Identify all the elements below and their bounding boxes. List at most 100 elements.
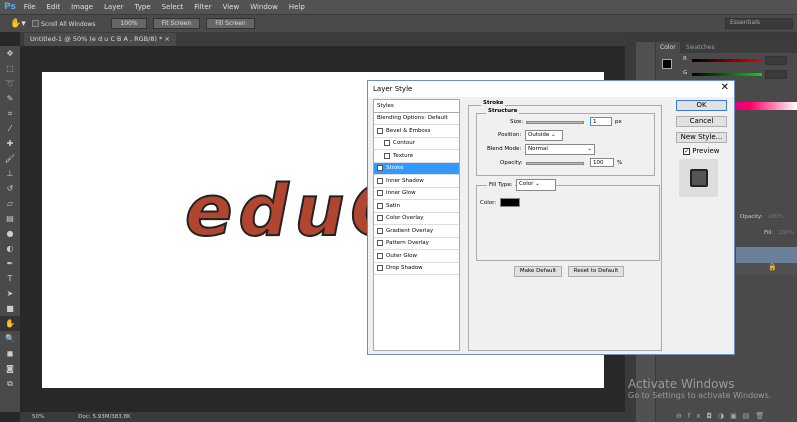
- hand-tool-icon[interactable]: ✋▾: [10, 19, 26, 29]
- status-bar: 50% Doc: 5.93M/383.8K: [20, 412, 630, 422]
- menu-layer[interactable]: Layer: [104, 3, 124, 11]
- menu-file[interactable]: File: [24, 3, 36, 11]
- zoom-100-button[interactable]: 100%: [111, 18, 147, 29]
- blend-mode-select[interactable]: Normal ⌄: [525, 144, 595, 155]
- document-tab[interactable]: Untitled-1 @ 50% (e d u C B A , RGB/8) *…: [24, 33, 176, 46]
- workspace-select[interactable]: Essentials: [725, 18, 793, 29]
- marquee-tool-icon[interactable]: ⬚: [0, 61, 20, 76]
- size-input[interactable]: 1: [590, 117, 612, 126]
- style-checkbox[interactable]: [377, 240, 383, 247]
- preview-checkbox[interactable]: ✓ Preview: [683, 147, 719, 155]
- move-tool-icon[interactable]: ✥: [0, 46, 20, 61]
- tab-color[interactable]: Color: [656, 42, 680, 53]
- pen-tool-icon[interactable]: ✒: [0, 256, 20, 271]
- style-checkbox[interactable]: [377, 190, 383, 197]
- tab-swatches[interactable]: Swatches: [682, 42, 719, 53]
- opacity-value[interactable]: 100%: [768, 214, 784, 220]
- quick-select-tool-icon[interactable]: ✎: [0, 91, 20, 106]
- menu-help[interactable]: Help: [289, 3, 305, 11]
- style-checkbox[interactable]: ✓: [377, 165, 383, 172]
- menu-image[interactable]: Image: [71, 3, 93, 11]
- menu-select[interactable]: Select: [162, 3, 184, 11]
- gradient-tool-icon[interactable]: ▤: [0, 211, 20, 226]
- r-value[interactable]: [765, 56, 787, 65]
- style-item-outer-glow[interactable]: Outer Glow: [374, 250, 459, 263]
- make-default-button[interactable]: Make Default: [514, 266, 562, 277]
- style-checkbox[interactable]: [384, 152, 390, 159]
- new-style-button[interactable]: New Style...: [676, 132, 727, 143]
- style-checkbox[interactable]: [377, 252, 383, 259]
- quick-mask-icon[interactable]: ◙: [0, 361, 20, 376]
- style-checkbox[interactable]: [377, 127, 383, 134]
- fit-screen-button[interactable]: Fit Screen: [152, 18, 201, 29]
- dodge-tool-icon[interactable]: ◐: [0, 241, 20, 256]
- structure-heading: Structure: [486, 108, 520, 114]
- r-slider[interactable]: [692, 59, 762, 62]
- hand-tool-icon[interactable]: ✋: [0, 316, 20, 331]
- menu-window[interactable]: Window: [250, 3, 278, 11]
- stroke-color-swatch[interactable]: [500, 198, 520, 207]
- layer-row-selected[interactable]: [736, 247, 797, 263]
- style-item-color-overlay[interactable]: Color Overlay: [374, 213, 459, 225]
- reset-to-default-button[interactable]: Reset to Default: [568, 266, 624, 277]
- style-item-bevel-emboss[interactable]: Bevel & Emboss: [374, 125, 459, 138]
- style-item-satin[interactable]: Satin: [374, 200, 459, 213]
- shape-tool-icon[interactable]: ■: [0, 301, 20, 316]
- type-tool-icon[interactable]: T: [0, 271, 20, 286]
- style-item-stroke[interactable]: ✓ Stroke: [374, 162, 459, 175]
- healing-tool-icon[interactable]: ✚: [0, 136, 20, 151]
- style-item-pattern-overlay[interactable]: Pattern Overlay: [374, 238, 459, 250]
- style-checkbox[interactable]: [377, 265, 383, 272]
- style-item-blending-options-default[interactable]: Blending Options: Default: [374, 113, 459, 125]
- foreground-background-colors[interactable]: ◼: [0, 346, 20, 361]
- fill-type-select[interactable]: Color ⌄: [516, 179, 556, 191]
- opacity-input[interactable]: 100: [590, 158, 614, 167]
- brush-tool-icon[interactable]: 🖌: [0, 151, 20, 166]
- style-checkbox[interactable]: [384, 140, 390, 147]
- close-icon[interactable]: ✕: [721, 82, 729, 93]
- style-item-inner-shadow[interactable]: Inner Shadow: [374, 175, 459, 188]
- menu-edit[interactable]: Edit: [47, 3, 61, 11]
- g-value[interactable]: [765, 70, 787, 79]
- style-item-drop-shadow[interactable]: Drop Shadow: [374, 263, 459, 275]
- blend-mode-label: Blend Mode:: [487, 146, 522, 152]
- style-item-texture[interactable]: Texture: [374, 150, 459, 163]
- size-slider[interactable]: [526, 121, 584, 124]
- layers-footer-icons[interactable]: ⊖fx◘◑▣▤🗑: [676, 412, 770, 420]
- style-checkbox[interactable]: [377, 177, 383, 184]
- blur-tool-icon[interactable]: ●: [0, 226, 20, 241]
- style-checkbox[interactable]: [377, 227, 383, 234]
- fill-value[interactable]: 100%: [778, 230, 794, 236]
- zoom-tool-icon[interactable]: 🔍: [0, 331, 20, 346]
- position-select[interactable]: Outside ⌄: [525, 130, 563, 141]
- style-item-label: Pattern Overlay: [386, 240, 429, 247]
- cancel-button[interactable]: Cancel: [676, 116, 727, 127]
- layer-row[interactable]: 🔒: [736, 263, 797, 275]
- style-item-inner-glow[interactable]: Inner Glow: [374, 188, 459, 200]
- styles-header[interactable]: Styles: [374, 100, 459, 113]
- scroll-all-windows-checkbox[interactable]: Scroll All Windows: [31, 20, 95, 28]
- menu-filter[interactable]: Filter: [194, 3, 211, 11]
- screen-mode-icon[interactable]: ⧉: [0, 376, 20, 391]
- crop-tool-icon[interactable]: ⌗: [0, 106, 20, 121]
- style-preview-thumbnail: [679, 159, 718, 197]
- g-slider[interactable]: [692, 73, 762, 76]
- path-select-tool-icon[interactable]: ➤: [0, 286, 20, 301]
- zoom-level[interactable]: 50%: [32, 414, 44, 420]
- fill-screen-button[interactable]: Fill Screen: [206, 18, 255, 29]
- style-item-contour[interactable]: Contour: [374, 138, 459, 150]
- ok-button[interactable]: OK: [676, 100, 727, 111]
- history-brush-icon[interactable]: ↺: [0, 181, 20, 196]
- style-item-gradient-overlay[interactable]: Gradient Overlay: [374, 225, 459, 238]
- close-tab-icon[interactable]: ×: [164, 35, 169, 43]
- foreground-color-swatch[interactable]: [662, 59, 672, 69]
- opacity-slider[interactable]: [526, 162, 584, 165]
- eraser-tool-icon[interactable]: ▱: [0, 196, 20, 211]
- style-checkbox[interactable]: [377, 202, 383, 209]
- eyedropper-tool-icon[interactable]: ⁄: [0, 121, 20, 136]
- style-checkbox[interactable]: [377, 215, 383, 222]
- stamp-tool-icon[interactable]: ⊥: [0, 166, 20, 181]
- lasso-tool-icon[interactable]: ➰: [0, 76, 20, 91]
- menu-type[interactable]: Type: [135, 3, 151, 11]
- menu-view[interactable]: View: [223, 3, 240, 11]
